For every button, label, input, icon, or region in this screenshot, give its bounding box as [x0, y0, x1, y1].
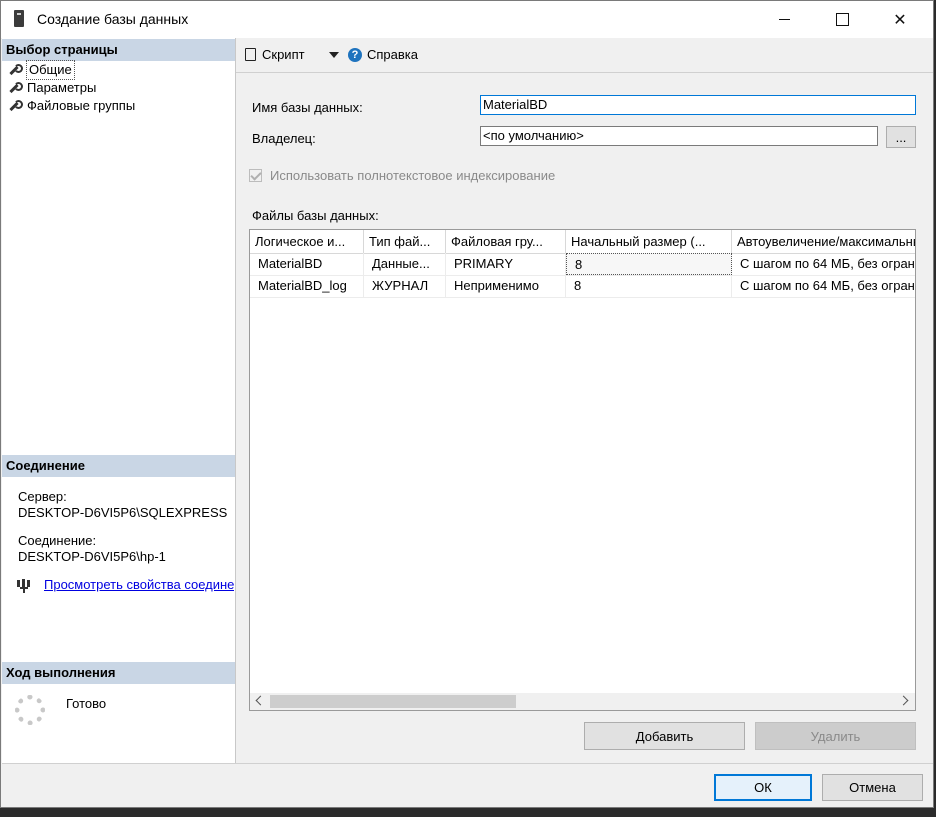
ok-button[interactable]: ОК: [714, 774, 812, 801]
minimize-icon: [778, 19, 790, 20]
close-icon: ✕: [893, 11, 907, 29]
select-page-header: Выбор страницы: [2, 39, 235, 61]
maximize-icon: [835, 13, 849, 26]
db-name-input[interactable]: MaterialBD: [480, 95, 916, 115]
page-item-label: Файловые группы: [27, 98, 136, 113]
scrollbar-thumb[interactable]: [270, 695, 516, 708]
wrench-icon: [8, 64, 23, 76]
add-button[interactable]: Добавить: [584, 722, 745, 750]
progress-header: Ход выполнения: [2, 662, 235, 684]
cell-file-type[interactable]: Данные...: [364, 253, 446, 275]
cell-filegroup[interactable]: Неприменимо: [446, 275, 566, 297]
grid-header: Логическое и... Тип фай... Файловая гру.…: [250, 230, 915, 254]
progress-status: Готово: [66, 696, 107, 711]
owner-browse-button[interactable]: ...: [886, 126, 916, 148]
dialog-footer: ОК Отмена: [2, 763, 933, 807]
title-bar: Создание базы данных ✕: [1, 1, 933, 38]
column-header-logical-name[interactable]: Логическое и...: [250, 230, 364, 253]
cell-autogrowth[interactable]: С шагом по 64 МБ, без ограничения: [732, 253, 915, 275]
table-row[interactable]: MaterialBD_log ЖУРНАЛ Неприменимо 8 С ша…: [250, 275, 915, 298]
db-files-label: Файлы базы данных:: [252, 208, 379, 223]
connection-properties-icon: [17, 579, 30, 593]
close-button[interactable]: ✕: [871, 1, 929, 38]
db-name-label: Имя базы данных:: [252, 100, 363, 115]
cell-autogrowth[interactable]: С шагом по 64 МБ, без ограничения: [732, 275, 915, 297]
maximize-button[interactable]: [813, 1, 871, 38]
cell-logical-name[interactable]: MaterialBD: [250, 253, 364, 275]
chevron-down-icon: [329, 51, 339, 58]
connection-label: Соединение:: [18, 533, 97, 548]
app-icon: [14, 10, 24, 27]
page-item-label: Параметры: [27, 80, 97, 95]
script-icon: [245, 48, 256, 61]
column-header-file-type[interactable]: Тип фай...: [364, 230, 446, 253]
server-value: DESKTOP-D6VI5P6\SQLEXPRESS: [18, 505, 228, 520]
fulltext-checkbox[interactable]: [249, 169, 262, 182]
page-item-options[interactable]: Параметры: [8, 79, 96, 97]
db-files-grid[interactable]: Логическое и... Тип фай... Файловая гру.…: [249, 229, 916, 711]
view-connection-properties-link[interactable]: Просмотреть свойства соединения: [44, 577, 234, 592]
owner-label: Владелец:: [252, 131, 316, 146]
connection-value: DESKTOP-D6VI5P6\hp-1: [18, 549, 166, 564]
script-label: Скрипт: [262, 47, 305, 62]
page-item-filegroups[interactable]: Файловые группы: [8, 97, 135, 115]
help-icon: ?: [348, 47, 362, 62]
left-panel: Выбор страницы Общие Параметры Файловые …: [2, 38, 236, 763]
owner-input[interactable]: <по умолчанию>: [480, 126, 878, 146]
create-database-dialog: Создание базы данных ✕ Выбор страницы Об…: [0, 0, 934, 808]
horizontal-scrollbar[interactable]: [250, 693, 915, 710]
progress-spinner-icon: [15, 695, 45, 725]
cell-file-type[interactable]: ЖУРНАЛ: [364, 275, 446, 297]
column-header-autogrowth[interactable]: Автоувеличение/максимальный размер: [732, 230, 915, 253]
scroll-right-icon[interactable]: [898, 695, 909, 706]
minimize-button[interactable]: [755, 1, 813, 38]
cancel-button[interactable]: Отмена: [822, 774, 923, 801]
page-item-general[interactable]: Общие: [8, 60, 75, 80]
cell-initial-size[interactable]: 8: [566, 275, 732, 297]
cell-logical-name[interactable]: MaterialBD_log: [250, 275, 364, 297]
general-page: Имя базы данных: MaterialBD Владелец: <п…: [236, 73, 933, 763]
connection-header: Соединение: [2, 455, 235, 477]
wrench-icon: [8, 82, 23, 94]
window-title: Создание базы данных: [37, 11, 189, 27]
remove-button[interactable]: Удалить: [755, 722, 916, 750]
wrench-icon: [8, 100, 23, 112]
table-row[interactable]: MaterialBD Данные... PRIMARY 8 С шагом п…: [250, 253, 915, 276]
page-item-label: Общие: [26, 60, 75, 80]
column-header-initial-size[interactable]: Начальный размер (...: [566, 230, 732, 253]
fulltext-label: Использовать полнотекстовое индексирован…: [270, 168, 556, 183]
help-label: Справка: [367, 47, 418, 62]
server-label: Сервер:: [18, 489, 67, 504]
scroll-left-icon[interactable]: [255, 695, 266, 706]
cell-initial-size[interactable]: 8: [566, 253, 732, 275]
cell-filegroup[interactable]: PRIMARY: [446, 253, 566, 275]
toolbar: Скрипт ? Справка: [236, 38, 933, 73]
column-header-filegroup[interactable]: Файловая гру...: [446, 230, 566, 253]
script-button[interactable]: Скрипт: [245, 47, 305, 62]
help-button[interactable]: ? Справка: [329, 47, 418, 62]
